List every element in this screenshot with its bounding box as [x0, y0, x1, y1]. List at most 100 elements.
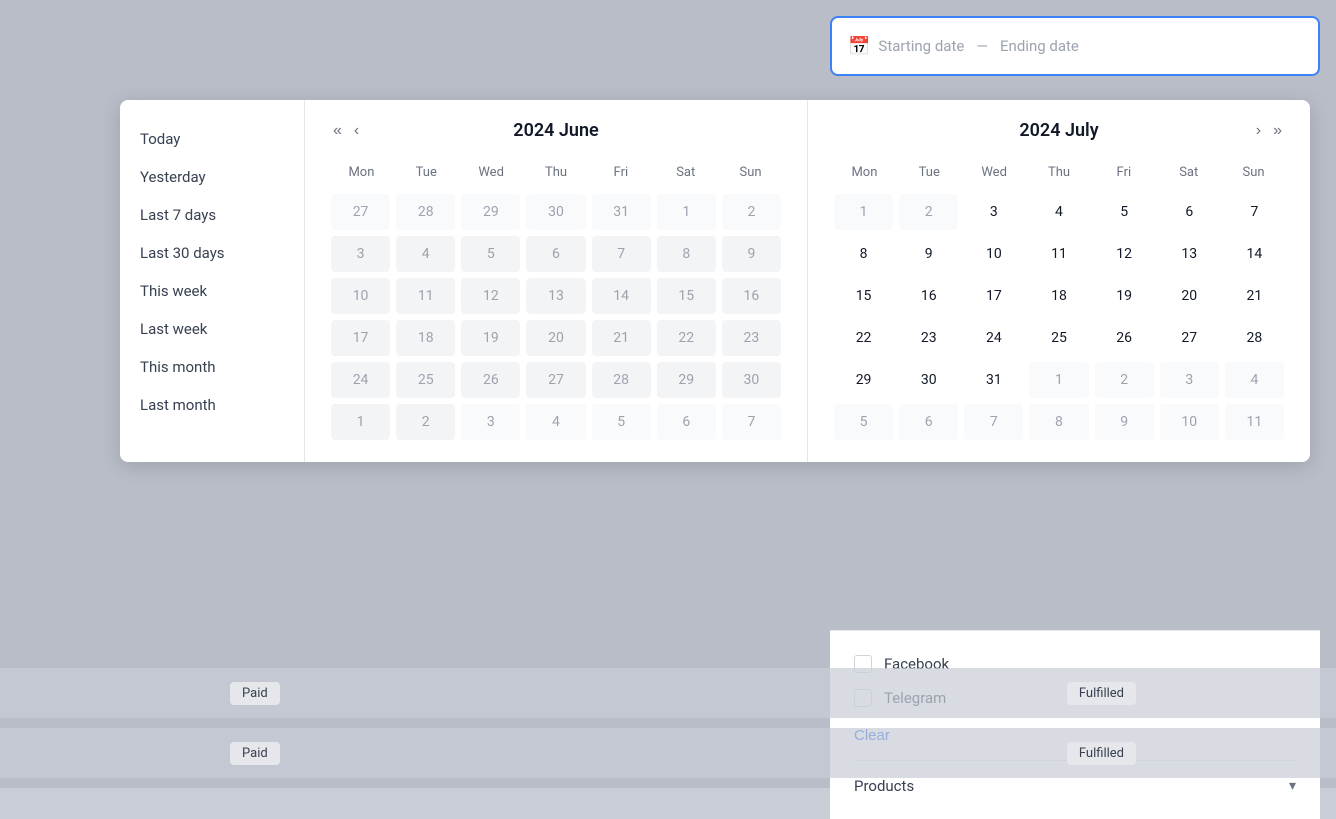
date-range-input[interactable]: 📅 Starting date — Ending date	[830, 16, 1320, 76]
day-cell[interactable]: 2	[1095, 362, 1154, 398]
day-cell[interactable]: 7	[1225, 194, 1284, 230]
day-cell[interactable]: 25	[396, 362, 455, 398]
june-prev-prev-btn[interactable]: «	[329, 121, 346, 141]
day-cell[interactable]: 13	[1160, 236, 1219, 272]
july-next-btn[interactable]: ›	[1252, 121, 1265, 141]
day-cell[interactable]: 8	[834, 236, 893, 272]
day-cell[interactable]: 8	[657, 236, 716, 272]
day-cell[interactable]: 7	[592, 236, 651, 272]
day-cell[interactable]: 7	[964, 404, 1023, 440]
day-cell[interactable]: 28	[1225, 320, 1284, 356]
day-cell[interactable]: 17	[964, 278, 1023, 314]
day-cell[interactable]: 4	[396, 236, 455, 272]
day-cell[interactable]: 17	[331, 320, 390, 356]
day-cell[interactable]: 10	[964, 236, 1023, 272]
day-cell[interactable]: 6	[657, 404, 716, 440]
day-cell[interactable]: 16	[722, 278, 781, 314]
day-cell[interactable]: 3	[461, 404, 520, 440]
day-cell[interactable]: 7	[722, 404, 781, 440]
day-cell[interactable]: 24	[964, 320, 1023, 356]
day-cell[interactable]: 2	[722, 194, 781, 230]
day-cell[interactable]: 9	[722, 236, 781, 272]
day-cell[interactable]: 31	[592, 194, 651, 230]
quick-select-today[interactable]: Today	[120, 120, 304, 158]
day-cell[interactable]: 4	[526, 404, 585, 440]
day-cell[interactable]: 29	[461, 194, 520, 230]
day-cell[interactable]: 22	[657, 320, 716, 356]
day-cell[interactable]: 26	[461, 362, 520, 398]
day-cell[interactable]: 15	[657, 278, 716, 314]
day-cell[interactable]: 11	[1225, 404, 1284, 440]
day-cell[interactable]: 30	[722, 362, 781, 398]
day-cell[interactable]: 18	[396, 320, 455, 356]
day-cell[interactable]: 21	[592, 320, 651, 356]
day-cell[interactable]: 6	[526, 236, 585, 272]
day-cell[interactable]: 11	[396, 278, 455, 314]
day-cell[interactable]: 1	[1029, 362, 1088, 398]
june-calendar: « ‹ 2024 June Mon Tue Wed Thu Fri Sat Su…	[305, 100, 808, 462]
day-cell[interactable]: 23	[722, 320, 781, 356]
day-cell[interactable]: 26	[1095, 320, 1154, 356]
day-cell[interactable]: 27	[526, 362, 585, 398]
quick-select-this-week[interactable]: This week	[120, 272, 304, 310]
day-cell[interactable]: 12	[461, 278, 520, 314]
day-cell[interactable]: 4	[1225, 362, 1284, 398]
day-cell[interactable]: 5	[834, 404, 893, 440]
day-cell[interactable]: 3	[1160, 362, 1219, 398]
day-cell[interactable]: 1	[331, 404, 390, 440]
day-cell[interactable]: 12	[1095, 236, 1154, 272]
quick-select-last-month[interactable]: Last month	[120, 386, 304, 424]
day-cell[interactable]: 3	[331, 236, 390, 272]
day-cell[interactable]: 10	[1160, 404, 1219, 440]
day-cell[interactable]: 15	[834, 278, 893, 314]
paid-badge-2: Paid	[230, 742, 280, 765]
day-cell[interactable]: 30	[526, 194, 585, 230]
day-cell[interactable]: 6	[1160, 194, 1219, 230]
day-cell[interactable]: 3	[964, 194, 1023, 230]
day-cell[interactable]: 1	[657, 194, 716, 230]
quick-select-yesterday[interactable]: Yesterday	[120, 158, 304, 196]
day-cell[interactable]: 13	[526, 278, 585, 314]
day-cell[interactable]: 5	[1095, 194, 1154, 230]
day-cell[interactable]: 9	[1095, 404, 1154, 440]
day-cell[interactable]: 19	[1095, 278, 1154, 314]
day-cell[interactable]: 20	[1160, 278, 1219, 314]
day-cell[interactable]: 29	[834, 362, 893, 398]
day-cell[interactable]: 8	[1029, 404, 1088, 440]
june-prev-btn[interactable]: ‹	[350, 121, 363, 141]
day-cell[interactable]: 22	[834, 320, 893, 356]
day-cell[interactable]: 1	[834, 194, 893, 230]
day-cell[interactable]: 29	[657, 362, 716, 398]
day-cell[interactable]: 4	[1029, 194, 1088, 230]
day-cell[interactable]: 21	[1225, 278, 1284, 314]
day-cell[interactable]: 31	[964, 362, 1023, 398]
day-cell[interactable]: 23	[899, 320, 958, 356]
quick-select-last-30-days[interactable]: Last 30 days	[120, 234, 304, 272]
quick-select-last-week[interactable]: Last week	[120, 310, 304, 348]
day-cell[interactable]: 5	[461, 236, 520, 272]
calendar-icon: 📅	[848, 36, 870, 57]
day-cell[interactable]: 28	[592, 362, 651, 398]
quick-select-this-month[interactable]: This month	[120, 348, 304, 386]
day-cell[interactable]: 11	[1029, 236, 1088, 272]
day-cell[interactable]: 16	[899, 278, 958, 314]
day-cell[interactable]: 27	[331, 194, 390, 230]
day-cell[interactable]: 24	[331, 362, 390, 398]
day-cell[interactable]: 14	[592, 278, 651, 314]
day-cell[interactable]: 2	[899, 194, 958, 230]
day-cell[interactable]: 25	[1029, 320, 1088, 356]
day-cell[interactable]: 6	[899, 404, 958, 440]
day-cell[interactable]: 18	[1029, 278, 1088, 314]
day-cell[interactable]: 14	[1225, 236, 1284, 272]
day-cell[interactable]: 2	[396, 404, 455, 440]
day-cell[interactable]: 28	[396, 194, 455, 230]
day-cell[interactable]: 20	[526, 320, 585, 356]
day-cell[interactable]: 10	[331, 278, 390, 314]
day-cell[interactable]: 19	[461, 320, 520, 356]
day-cell[interactable]: 5	[592, 404, 651, 440]
day-cell[interactable]: 9	[899, 236, 958, 272]
july-next-next-btn[interactable]: »	[1269, 121, 1286, 141]
day-cell[interactable]: 30	[899, 362, 958, 398]
day-cell[interactable]: 27	[1160, 320, 1219, 356]
quick-select-last-7-days[interactable]: Last 7 days	[120, 196, 304, 234]
